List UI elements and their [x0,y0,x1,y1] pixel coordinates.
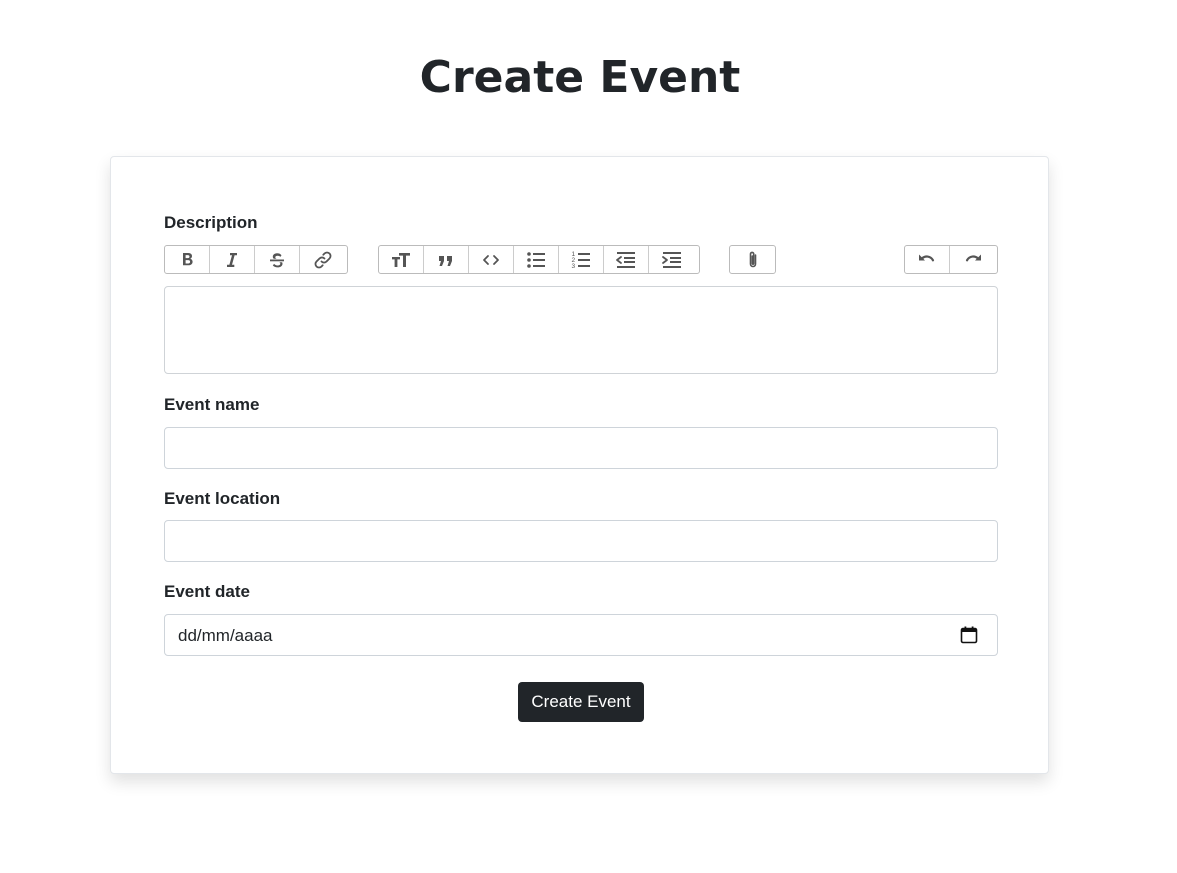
increase-indent-icon [661,251,681,268]
event-form-card: Description 1 2 3 Event name Event locat… [110,156,1049,774]
numbered-list-button[interactable]: 123 [559,246,604,273]
code-button[interactable] [469,246,514,273]
heading-button[interactable] [379,246,424,273]
event-name-input[interactable] [164,427,998,469]
create-event-button[interactable]: Create Event [518,682,644,722]
bullet-list-button[interactable] [514,246,559,273]
file-tools-group [729,245,776,274]
undo-button[interactable] [905,246,950,273]
block-tools-group: 123 [378,245,700,274]
heading-icon [392,252,410,267]
increase-indent-button[interactable] [649,246,694,273]
event-date-placeholder: dd/mm/aaaa [178,626,273,645]
attach-files-button[interactable] [730,246,775,273]
history-tools-group [904,245,998,274]
quote-icon [439,255,452,266]
description-label: Description [164,213,258,232]
event-location-input[interactable] [164,520,998,562]
decrease-indent-button[interactable] [604,246,649,273]
editor-toolbar: 123 [164,245,998,274]
redo-icon [965,254,981,261]
description-editor[interactable] [164,286,998,374]
quote-button[interactable] [424,246,469,273]
redo-button[interactable] [950,246,995,273]
event-name-label: Event name [164,395,260,414]
text-tools-group [164,245,348,274]
code-icon [483,254,499,265]
svg-text:3: 3 [572,263,576,270]
paperclip-icon [749,251,756,267]
strikethrough-icon [270,252,284,267]
bold-icon [183,252,193,265]
link-button[interactable] [300,246,345,273]
link-icon [314,251,331,268]
event-location-label: Event location [164,489,281,508]
bold-button[interactable] [165,246,210,273]
bullet-list-icon [527,251,545,268]
calendar-icon[interactable] [959,625,979,645]
event-date-label: Event date [164,582,250,601]
numbered-list-icon: 123 [572,251,590,270]
strikethrough-button[interactable] [255,246,300,273]
italic-button[interactable] [210,246,255,273]
decrease-indent-icon [616,251,635,268]
event-date-input[interactable]: dd/mm/aaaa [164,614,998,656]
page-title: Create Event [419,52,741,103]
undo-icon [919,254,935,261]
italic-icon [227,252,237,267]
